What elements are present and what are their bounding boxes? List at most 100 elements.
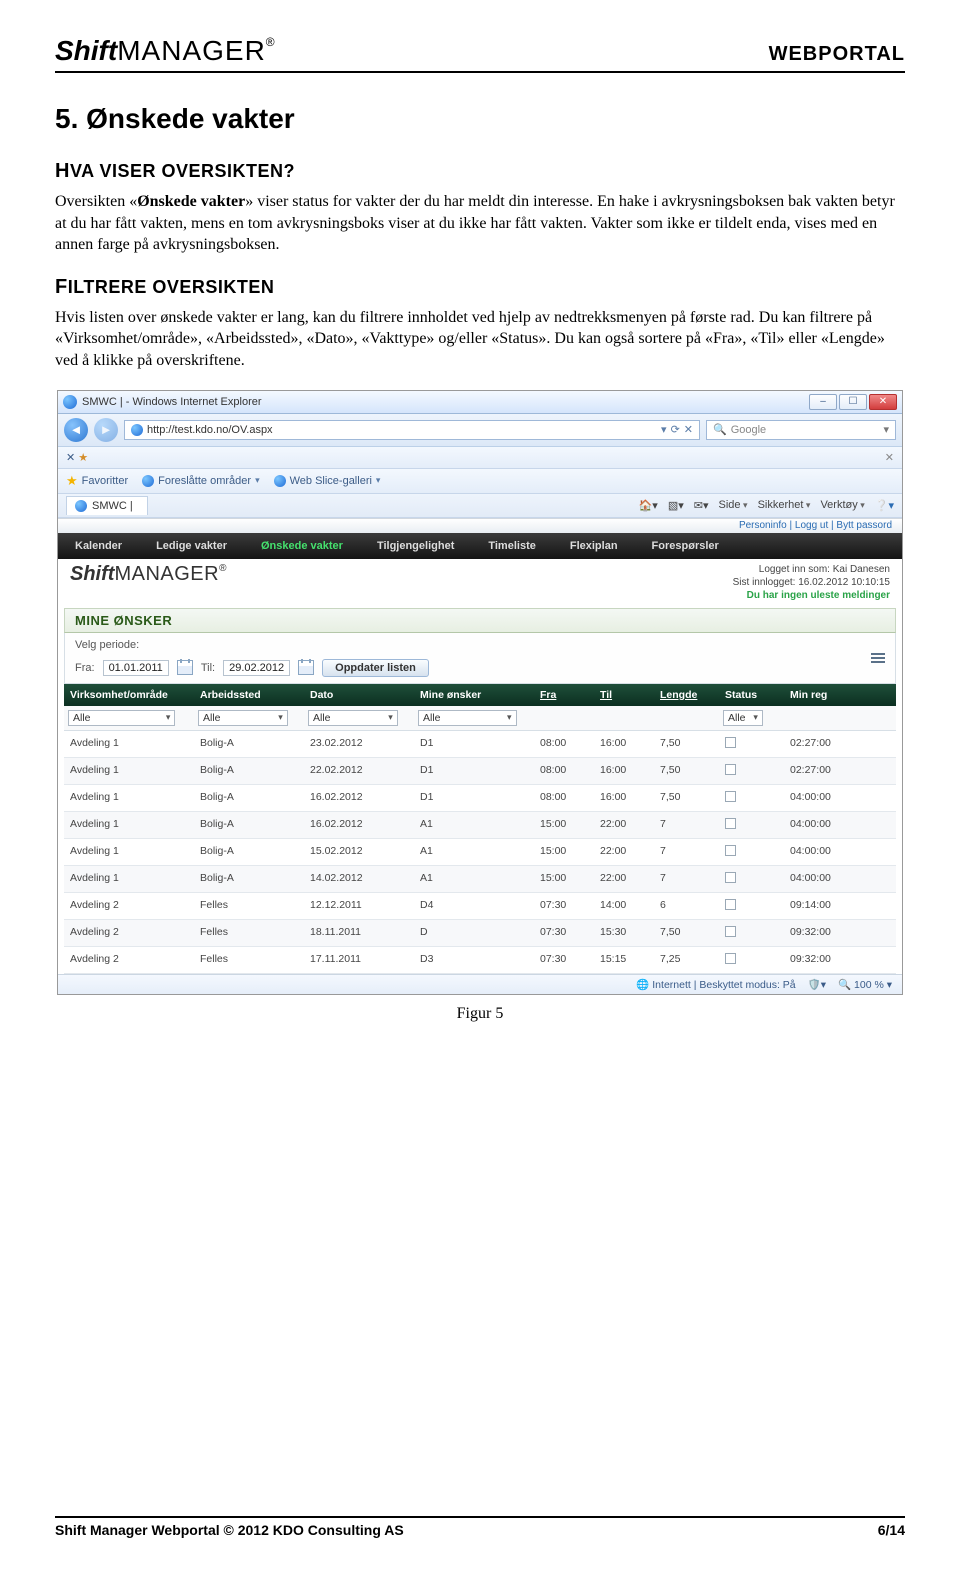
status-checkbox[interactable] — [725, 791, 736, 802]
nav-foresporsler[interactable]: Forespørsler — [635, 533, 736, 559]
tab-label: SMWC | — [92, 500, 133, 512]
nav-kalender[interactable]: Kalender — [58, 533, 139, 559]
search-dropdown-icon[interactable]: ▾ — [883, 423, 889, 436]
filter-dato[interactable]: Alle — [308, 710, 398, 726]
til-input[interactable]: 29.02.2012 — [223, 660, 290, 676]
nav-ledige[interactable]: Ledige vakter — [139, 533, 244, 559]
status-checkbox[interactable] — [725, 953, 736, 964]
fra-input[interactable]: 01.01.2011 — [103, 660, 169, 676]
menu-icon[interactable] — [871, 653, 885, 663]
page-menu[interactable]: Side — [719, 499, 748, 511]
th-mine[interactable]: Mine ønsker — [414, 684, 534, 706]
cell-status — [719, 731, 784, 757]
calendar-icon[interactable] — [177, 660, 193, 675]
tab-smwc[interactable]: SMWC | — [66, 496, 148, 515]
home-icon[interactable]: 🏠▾ — [639, 499, 658, 512]
cell-til: 15:30 — [594, 920, 654, 946]
cell-dato: 15.02.2012 — [304, 839, 414, 865]
suggested-sites[interactable]: Foreslåtte områder — [142, 475, 259, 487]
top-links[interactable]: Personinfo | Logg ut | Bytt passord — [58, 519, 902, 533]
cell-lengde: 7,25 — [654, 947, 719, 973]
status-checkbox[interactable] — [725, 845, 736, 856]
back-button[interactable]: ◄ — [64, 418, 88, 442]
table-row[interactable]: Avdeling 1Bolig-A16.02.2012D108:0016:007… — [64, 785, 896, 812]
dropdown-icon[interactable]: ▾ — [661, 423, 667, 436]
cell-arbeidssted: Bolig-A — [194, 812, 304, 838]
nav-flexiplan[interactable]: Flexiplan — [553, 533, 635, 559]
cell-fra: 08:00 — [534, 731, 594, 757]
fra-label: Fra: — [75, 662, 95, 674]
table-row[interactable]: Avdeling 2Felles18.11.2011D07:3015:307,5… — [64, 920, 896, 947]
search-placeholder: Google — [731, 424, 766, 436]
nav-tilgjengelighet[interactable]: Tilgjengelighet — [360, 533, 471, 559]
help-icon[interactable]: ❔▾ — [875, 499, 894, 512]
table-row[interactable]: Avdeling 1Bolig-A15.02.2012A115:0022:007… — [64, 839, 896, 866]
th-fra[interactable]: Fra — [534, 684, 594, 706]
page-icon — [75, 500, 87, 512]
th-dato[interactable]: Dato — [304, 684, 414, 706]
subhead-initial: F — [55, 276, 68, 298]
th-lengde[interactable]: Lengde — [654, 684, 719, 706]
nav-timeliste[interactable]: Timeliste — [471, 533, 553, 559]
status-checkbox[interactable] — [725, 899, 736, 910]
th-virksomhet[interactable]: Virksomhet/område — [64, 684, 194, 706]
status-text: Internett | Beskyttet modus: På — [652, 979, 795, 991]
cell-arbeidssted: Bolig-A — [194, 731, 304, 757]
feeds-icon[interactable]: ▧▾ — [668, 499, 684, 512]
cell-til: 16:00 — [594, 785, 654, 811]
th-arbeidssted[interactable]: Arbeidssted — [194, 684, 304, 706]
cell-status — [719, 920, 784, 946]
section-title: 5. Ønskede vakter — [55, 103, 905, 135]
cell-lengde: 7 — [654, 839, 719, 865]
login-messages[interactable]: Du har ingen uleste meldinger — [733, 589, 890, 602]
th-til[interactable]: Til — [594, 684, 654, 706]
stop-icon[interactable]: ✕ — [684, 423, 693, 436]
cell-minreg: 02:27:00 — [784, 758, 864, 784]
status-checkbox[interactable] — [725, 737, 736, 748]
cell-status — [719, 893, 784, 919]
favorites-label[interactable]: Favoritter — [82, 475, 128, 487]
table-row[interactable]: Avdeling 1Bolig-A16.02.2012A115:0022:007… — [64, 812, 896, 839]
subhead-rest: VA VISER OVERSIKTEN? — [70, 161, 295, 181]
zoom-control[interactable]: 🔍 100 % ▾ — [838, 978, 892, 991]
tools-menu[interactable]: Verktøy — [820, 499, 864, 511]
status-checkbox[interactable] — [725, 872, 736, 883]
logo-bold: Shift — [55, 35, 117, 66]
url-field[interactable]: http://test.kdo.no/OV.aspx ▾ ⟳ ✕ — [124, 420, 700, 440]
forward-button[interactable]: ► — [94, 418, 118, 442]
close-button[interactable]: ✕ — [869, 394, 897, 410]
cell-mine: D1 — [414, 785, 534, 811]
table-row[interactable]: Avdeling 2Felles17.11.2011D307:3015:157,… — [64, 947, 896, 974]
web-slice[interactable]: Web Slice-galleri — [274, 475, 381, 487]
filter-arbeidssted[interactable]: Alle — [198, 710, 288, 726]
cell-mine: D3 — [414, 947, 534, 973]
status-checkbox[interactable] — [725, 764, 736, 775]
mail-icon[interactable]: ✉▾ — [694, 499, 709, 512]
filter-virksomhet[interactable]: Alle — [68, 710, 175, 726]
footer-right: 6/14 — [878, 1522, 905, 1538]
update-button[interactable]: Oppdater listen — [322, 659, 429, 677]
globe-icon — [142, 475, 154, 487]
doc-header: ShiftMANAGER® WEBPORTAL — [55, 35, 905, 73]
minimize-button[interactable]: – — [809, 394, 837, 410]
status-checkbox[interactable] — [725, 818, 736, 829]
filter-mine[interactable]: Alle — [418, 710, 517, 726]
safety-menu[interactable]: Sikkerhet — [758, 499, 811, 511]
filter-status[interactable]: Alle — [723, 710, 763, 726]
cell-virksomhet: Avdeling 1 — [64, 758, 194, 784]
table-row[interactable]: Avdeling 2Felles12.12.2011D407:3014:0060… — [64, 893, 896, 920]
cell-dato: 22.02.2012 — [304, 758, 414, 784]
table-row[interactable]: Avdeling 1Bolig-A22.02.2012D108:0016:007… — [64, 758, 896, 785]
maximize-button[interactable]: ☐ — [839, 394, 867, 410]
refresh-icon[interactable]: ⟳ — [671, 423, 680, 436]
th-minreg[interactable]: Min reg — [784, 684, 864, 706]
table-row[interactable]: Avdeling 1Bolig-A23.02.2012D108:0016:007… — [64, 731, 896, 758]
search-box[interactable]: 🔍 Google ▾ — [706, 420, 896, 440]
table-row[interactable]: Avdeling 1Bolig-A14.02.2012A115:0022:007… — [64, 866, 896, 893]
th-status[interactable]: Status — [719, 684, 784, 706]
cell-status — [719, 947, 784, 973]
nav-onskede[interactable]: Ønskede vakter — [244, 533, 360, 559]
window-title: SMWC | - Windows Internet Explorer — [82, 396, 262, 408]
calendar-icon[interactable] — [298, 660, 314, 675]
status-checkbox[interactable] — [725, 926, 736, 937]
